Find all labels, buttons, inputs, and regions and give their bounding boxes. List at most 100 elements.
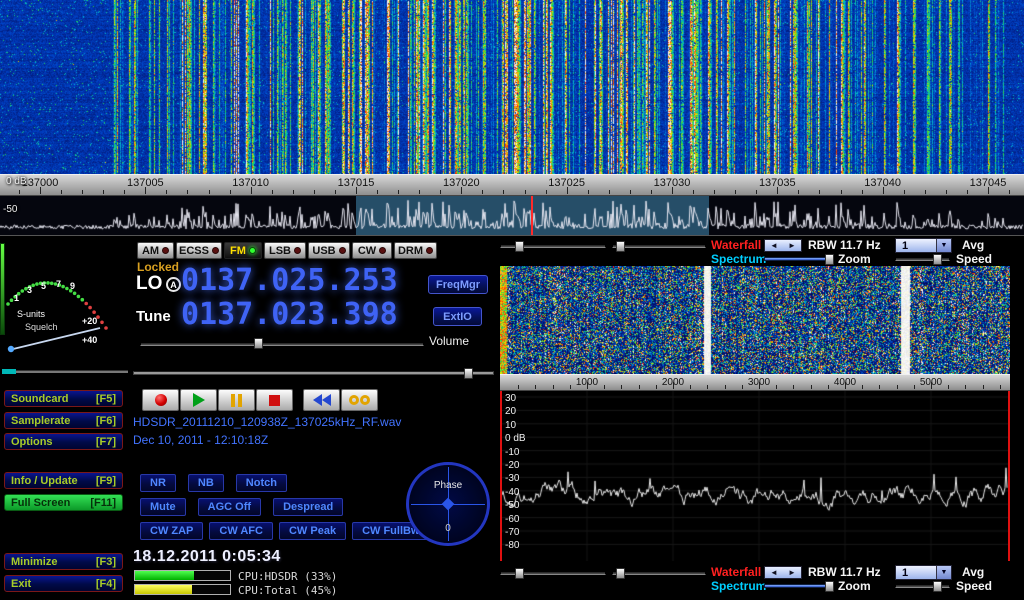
dsp-button-agc-off[interactable]: AGC Off [198, 498, 261, 516]
samplerate-button[interactable]: Samplerate[F6] [4, 412, 123, 429]
phase-indicator[interactable]: Phase 0 [406, 462, 490, 546]
zoom-slider[interactable] [764, 584, 834, 588]
audio-waterfall-display[interactable] [500, 266, 1010, 374]
lo-frequency-display[interactable]: 0137.025.253 [181, 266, 398, 296]
volume-slider-thumb[interactable] [254, 338, 263, 349]
playback-position-thumb[interactable] [464, 368, 473, 379]
svg-text:Squelch: Squelch [25, 322, 58, 332]
loop-button[interactable] [341, 389, 378, 411]
audio-frequency-scale[interactable]: 10002000300040005000 [500, 374, 1010, 391]
exit-button[interactable]: Exit[F4] [4, 575, 123, 592]
squelch-level [2, 369, 16, 374]
rf-waterfall-display[interactable] [0, 0, 1024, 174]
brightness-slider-thumb[interactable] [515, 241, 524, 252]
audio-tick-major [759, 382, 760, 389]
info-update-key: [F9] [96, 475, 116, 487]
cpu-hdsdr-fill [135, 571, 194, 580]
dsp-button-nr[interactable]: NR [140, 474, 176, 492]
minimize-label: Minimize [11, 556, 57, 568]
rf-spectrum-display[interactable] [0, 196, 1024, 235]
avg-select[interactable]: 1▼ [895, 565, 952, 580]
speed-slider-thumb[interactable] [933, 254, 942, 265]
freqmgr-button[interactable]: FreqMgr [428, 275, 488, 294]
waterfall-label[interactable]: Waterfall [711, 239, 761, 252]
mode-button-drm[interactable]: DRM [394, 242, 437, 259]
stop-button[interactable] [256, 389, 293, 411]
audio-db-label: -60 [505, 513, 519, 526]
pause-button[interactable] [218, 389, 255, 411]
dsp-button-nb[interactable]: NB [188, 474, 224, 492]
audio-spectrum-panel: 3020100 dB-10-20-30-40-50-60-70-80 [500, 391, 1010, 561]
zoom-slider[interactable] [764, 257, 834, 261]
audio-tick-minor [828, 385, 829, 389]
rf-tick-minor [314, 190, 315, 194]
dsp-button-despread[interactable]: Despread [273, 498, 343, 516]
rewind-button[interactable] [303, 389, 340, 411]
extio-button[interactable]: ExtIO [433, 307, 482, 326]
playback-position-slider[interactable] [133, 371, 494, 375]
mode-button-cw[interactable]: CW [352, 242, 392, 259]
scroll-right-icon[interactable]: ► [788, 242, 796, 250]
audio-tick-minor [639, 385, 640, 389]
minimize-key: [F3] [96, 556, 116, 568]
rf-tick-minor [588, 190, 589, 194]
dsp-button-cw-zap[interactable]: CW ZAP [140, 522, 203, 540]
mode-button-lsb[interactable]: LSB [264, 242, 306, 259]
audio-db-label: 10 [505, 419, 516, 432]
rf-tick-minor [398, 190, 399, 194]
squelch-slider[interactable] [2, 370, 128, 373]
minimize-button[interactable]: Minimize [F3] [4, 553, 123, 570]
phase-value: 0 [409, 523, 487, 534]
contrast-slider[interactable] [612, 571, 706, 575]
brightness-slider-thumb[interactable] [515, 568, 524, 579]
rf-tick-major [988, 187, 989, 194]
record-button[interactable] [142, 389, 179, 411]
rf-tick-minor [525, 190, 526, 194]
waterfall-label[interactable]: Waterfall [711, 566, 761, 579]
mode-button-ecss[interactable]: ECSS [176, 242, 222, 259]
contrast-slider-thumb[interactable] [616, 568, 625, 579]
svg-text:7: 7 [56, 279, 61, 289]
pause-icon [231, 394, 242, 407]
mode-button-usb[interactable]: USB [308, 242, 350, 259]
contrast-slider[interactable] [612, 244, 706, 248]
audio-spectrum-display[interactable] [500, 391, 1010, 561]
speed-slider-thumb[interactable] [933, 581, 942, 592]
contrast-slider-thumb[interactable] [616, 241, 625, 252]
scroll-left-icon[interactable]: ◄ [770, 242, 778, 250]
dsp-button-cw-afc[interactable]: CW AFC [209, 522, 273, 540]
lock-a-icon[interactable]: A [166, 277, 181, 292]
mode-button-am[interactable]: AM [137, 242, 174, 259]
rf-tick-minor [503, 190, 504, 194]
options-key: [F7] [96, 436, 116, 448]
options-button[interactable]: Options[F7] [4, 433, 123, 450]
mode-button-fm[interactable]: FM [224, 242, 262, 259]
tune-frequency-display[interactable]: 0137.023.398 [181, 300, 398, 330]
scroll-right-icon[interactable]: ► [788, 569, 796, 577]
zoom-slider-thumb[interactable] [825, 254, 834, 265]
soundcard-button[interactable]: Soundcard[F5] [4, 390, 123, 407]
rf-tick-minor [61, 190, 62, 194]
rf-frequency-scale[interactable]: 1370001370051370101370151370201370251370… [0, 174, 1024, 196]
audio-db-label: -70 [505, 526, 519, 539]
cpu-hdsdr-text: CPU:HDSDR (33%) [238, 570, 337, 583]
rf-tick-minor [230, 190, 231, 194]
audio-tick-minor [793, 385, 794, 389]
volume-slider[interactable] [140, 342, 424, 346]
mode-led-icon [162, 247, 169, 254]
full-screen-button[interactable]: Full Screen[F11] [4, 494, 123, 511]
spectrum-label[interactable]: Spectrum [711, 253, 766, 266]
scroll-left-icon[interactable]: ◄ [770, 569, 778, 577]
avg-select[interactable]: 1▼ [895, 238, 952, 253]
rf-tick-minor [272, 190, 273, 194]
play-button[interactable] [180, 389, 217, 411]
rf-tick-minor [293, 190, 294, 194]
dsp-button-cw-peak[interactable]: CW Peak [279, 522, 346, 540]
info-update-button[interactable]: Info / Update[F9] [4, 472, 123, 489]
audio-db-label: -10 [505, 446, 519, 459]
zoom-label: Zoom [838, 253, 871, 266]
spectrum-label[interactable]: Spectrum [711, 580, 766, 593]
zoom-slider-thumb[interactable] [825, 581, 834, 592]
dsp-button-mute[interactable]: Mute [140, 498, 186, 516]
dsp-button-notch[interactable]: Notch [236, 474, 287, 492]
